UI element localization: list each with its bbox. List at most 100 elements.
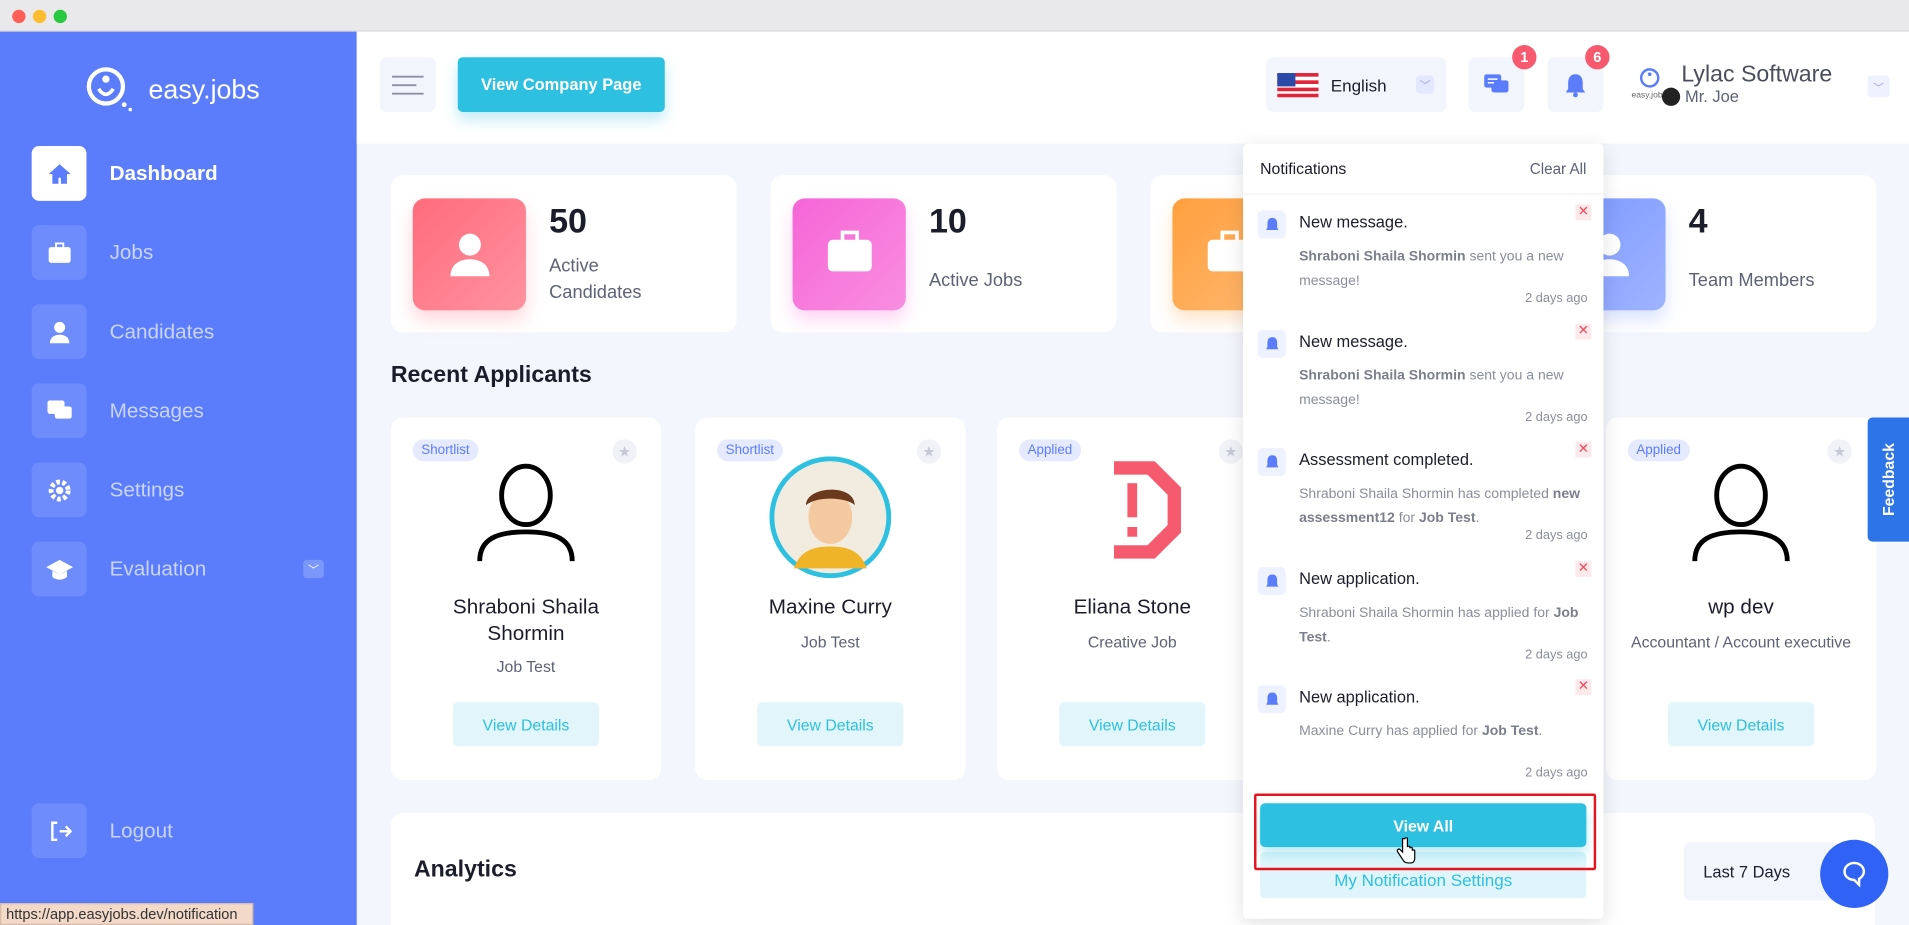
star-icon[interactable]: ★ xyxy=(1218,439,1244,464)
bell-icon xyxy=(1565,73,1586,97)
close-icon[interactable]: ✕ xyxy=(1575,560,1592,577)
notification-time: 2 days ago xyxy=(1525,290,1588,306)
close-icon[interactable]: ✕ xyxy=(1575,679,1592,695)
applicant-card[interactable]: Applied ★ wp dev Accountant / Account ex… xyxy=(1605,417,1877,781)
stat-label: Active Jobs xyxy=(928,270,1023,291)
text: Shraboni Shaila Shormin has applied for xyxy=(1299,605,1554,621)
stat-card[interactable]: 50 Active Candidates xyxy=(390,175,737,333)
notification-title: New message. xyxy=(1299,331,1408,350)
stat-card[interactable]: 10 Active Jobs xyxy=(770,175,1117,333)
menu-toggle-button[interactable] xyxy=(379,57,436,112)
messages-badge: 1 xyxy=(1512,45,1537,70)
notification-item[interactable]: New application. Shraboni Shaila Shormin… xyxy=(1243,551,1603,670)
chat-icon xyxy=(1484,73,1509,92)
support-chat-button[interactable] xyxy=(1820,839,1889,908)
account-menu-chevron[interactable]: ﹀ xyxy=(1867,75,1890,98)
view-details-button[interactable]: View Details xyxy=(452,702,600,747)
sidebar-item-label: Settings xyxy=(109,477,185,501)
stat-label: Active Candidates xyxy=(549,255,642,304)
analytics-card: Analytics Last 7 Days xyxy=(390,813,1875,925)
applicant-job: Creative Job xyxy=(1087,632,1177,652)
close-icon[interactable]: ✕ xyxy=(1575,441,1592,458)
applicant-name: Shraboni Shaila Shormin xyxy=(452,595,600,646)
logo-icon xyxy=(86,67,133,112)
feedback-tab[interactable]: Feedback xyxy=(1867,417,1909,542)
chevron-down-icon: ﹀ xyxy=(1415,75,1435,94)
star-icon[interactable]: ★ xyxy=(1827,439,1852,464)
analytics-title: Analytics xyxy=(413,856,517,883)
status-badge: Applied xyxy=(1019,439,1081,462)
applicant-card[interactable]: Shortlist ★ Shraboni Shaila Shormin Job … xyxy=(390,417,662,781)
notifications-button[interactable]: 6 xyxy=(1547,45,1610,112)
language-select[interactable]: English ﹀ xyxy=(1266,57,1447,112)
hamburger-icon xyxy=(392,75,424,95)
logo-text: easy.jobs xyxy=(148,74,260,105)
language-label: English xyxy=(1330,74,1387,95)
bell-icon xyxy=(1257,210,1286,239)
close-icon[interactable]: ✕ xyxy=(1575,323,1592,339)
company-name: Lylac Software xyxy=(1681,62,1833,88)
chevron-down-icon[interactable]: ﹀ xyxy=(303,559,324,579)
bold-text: Job Test xyxy=(1418,511,1476,526)
bell-icon xyxy=(1257,566,1286,595)
applicant-card[interactable]: Applied ★ Eliana Stone Creative Job View… xyxy=(997,417,1268,781)
text: Shraboni Shaila Shormin has completed xyxy=(1299,486,1553,502)
sidebar-item-candidates[interactable]: Candidates xyxy=(31,304,336,360)
notification-item[interactable]: New message. Shraboni Shaila Shormin sen… xyxy=(1243,313,1603,432)
applicant-name: wp dev xyxy=(1708,595,1774,619)
view-details-button[interactable]: View Details xyxy=(757,702,904,747)
close-icon[interactable]: ✕ xyxy=(1575,204,1592,221)
sidebar: easy.jobs Dashboard Jobs Candidates Mess… xyxy=(0,31,357,925)
stat-value: 10 xyxy=(928,202,967,240)
sidebar-item-jobs[interactable]: Jobs xyxy=(31,225,336,280)
notifications-title: Notifications xyxy=(1260,159,1347,178)
highlight-box xyxy=(1254,793,1597,871)
notification-time: 2 days ago xyxy=(1525,646,1588,662)
text: for xyxy=(1394,511,1419,526)
avatar xyxy=(391,461,661,563)
header: View Company Page English ﹀ 1 6 easy.job… xyxy=(356,31,1909,144)
view-details-button[interactable]: View Details xyxy=(1667,702,1815,747)
logo[interactable]: easy.jobs xyxy=(85,66,260,115)
bold-text: Shraboni Shaila Shormin xyxy=(1299,368,1466,383)
star-icon[interactable]: ★ xyxy=(612,439,637,464)
applicant-card[interactable]: Shortlist ★ Maxine Curry Job Test View D… xyxy=(695,417,966,781)
user-avatar[interactable] xyxy=(1661,87,1681,106)
view-details-button[interactable]: View Details xyxy=(1059,702,1206,747)
sidebar-item-label: Dashboard xyxy=(109,161,218,185)
maximize-window-button[interactable] xyxy=(53,9,67,24)
notification-item[interactable]: New application. Maxine Curry has applie… xyxy=(1243,669,1603,788)
bold-text: Job Test xyxy=(1481,724,1539,739)
sidebar-item-label: Candidates xyxy=(109,319,215,343)
view-company-page-button[interactable]: View Company Page xyxy=(457,57,665,112)
date-range-select[interactable]: Last 7 Days xyxy=(1683,842,1839,901)
recent-applicants-title: Recent Applicants xyxy=(390,362,592,389)
app: easy.jobs Dashboard Jobs Candidates Mess… xyxy=(0,0,1909,925)
notification-time: 2 days ago xyxy=(1525,765,1588,781)
notification-title: New application. xyxy=(1299,687,1420,706)
minimize-window-button[interactable] xyxy=(32,9,47,24)
notifications-dropdown: Notifications Clear All New message. Shr… xyxy=(1243,143,1604,919)
logout-button[interactable]: Logout xyxy=(31,803,336,859)
avatar xyxy=(997,461,1267,559)
notification-time: 2 days ago xyxy=(1525,528,1588,543)
briefcase-icon xyxy=(31,225,87,280)
company-logo: easy.jobs xyxy=(1631,67,1681,108)
sidebar-item-messages[interactable]: Messages xyxy=(31,383,336,439)
clear-all-button[interactable]: Clear All xyxy=(1530,161,1587,178)
sidebar-item-settings[interactable]: Settings xyxy=(31,462,336,518)
sidebar-item-dashboard[interactable]: Dashboard xyxy=(31,146,336,201)
close-window-button[interactable] xyxy=(12,9,26,24)
stat-value: 4 xyxy=(1688,202,1708,240)
applicant-job: Job Test xyxy=(801,632,860,652)
notification-title: New application. xyxy=(1299,568,1420,588)
applicant-name: Eliana Stone xyxy=(1073,595,1191,619)
messages-button[interactable]: 1 xyxy=(1468,45,1537,112)
notification-description: Shraboni Shaila Shormin has completed ne… xyxy=(1299,482,1591,531)
notification-item[interactable]: Assessment completed. Shraboni Shaila Sh… xyxy=(1243,432,1603,551)
sidebar-item-evaluation[interactable]: Evaluation ﹀ xyxy=(31,541,336,597)
notification-description: Shraboni Shaila Shormin sent you a new m… xyxy=(1299,245,1591,294)
us-flag-icon xyxy=(1277,72,1319,97)
notification-item[interactable]: New message. Shraboni Shaila Shormin sen… xyxy=(1243,195,1603,314)
chat-bubble-icon xyxy=(1843,861,1866,888)
